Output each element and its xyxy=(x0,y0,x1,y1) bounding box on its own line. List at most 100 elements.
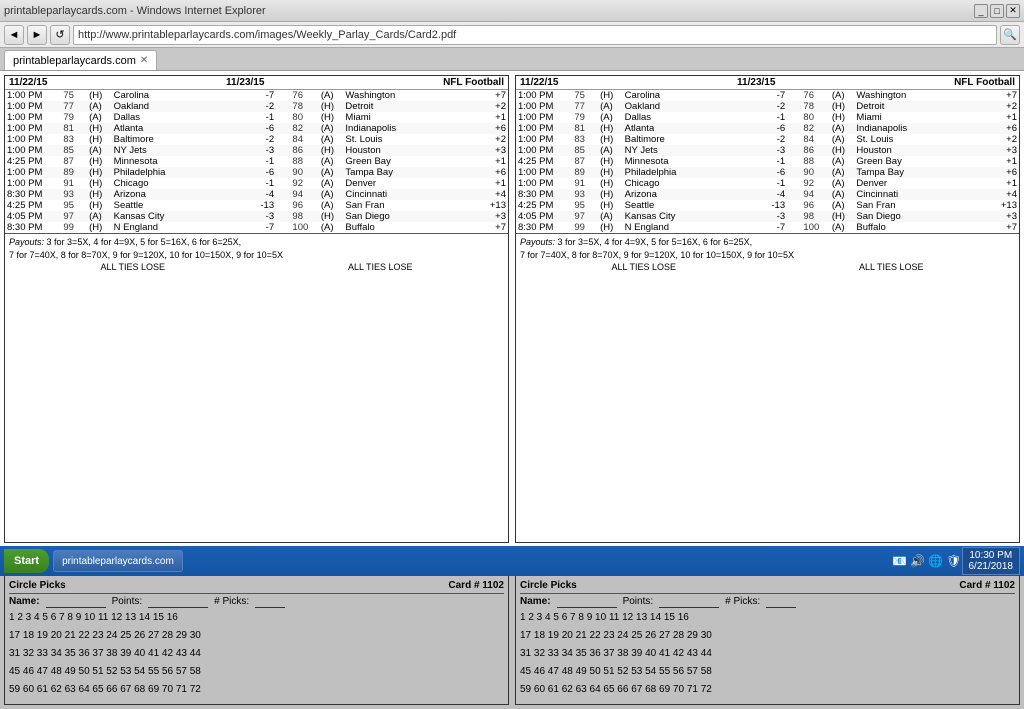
points-underline-right xyxy=(659,596,719,608)
back-button[interactable]: ◄ xyxy=(4,25,24,45)
table-row: 1:00 PM 83 (H) Baltimore -2 84 (A) St. L… xyxy=(5,134,508,145)
table-row: 1:00 PM 81 (H) Atlanta -6 82 (A) Indiana… xyxy=(516,123,1019,134)
numbers-row: 31 32 33 34 35 36 37 38 39 40 41 42 43 4… xyxy=(9,646,504,662)
table-row: 8:30 PM 99 (H) N England -7 100 (A) Buff… xyxy=(5,222,508,233)
table-row: 1:00 PM 91 (H) Chicago -1 92 (A) Denver … xyxy=(516,178,1019,189)
games-table-right: 1:00 PM 75 (H) Carolina -7 76 (A) Washin… xyxy=(516,90,1019,233)
name-row-left: Name: Points: # Picks: xyxy=(9,596,504,608)
bottom-section: Circle Picks Card # 1102 Name: Points: #… xyxy=(0,575,1024,709)
ties-left1: ALL TIES LOSE xyxy=(100,261,165,274)
card-header-left-card: 11/22/15 11/23/15 NFL Football xyxy=(5,76,508,90)
card-sport-r: NFL Football xyxy=(954,77,1015,88)
payouts-label-r: Payouts: xyxy=(520,237,555,247)
table-row: 1:00 PM 83 (H) Baltimore -2 84 (A) St. L… xyxy=(516,134,1019,145)
date-left: 11/22/15 xyxy=(9,77,47,88)
nav-bar: ◄ ► ↺ http://www.printableparlaycards.co… xyxy=(0,22,1024,48)
tab-label: printableparlaycards.com xyxy=(13,55,136,67)
browser-tab[interactable]: printableparlaycards.com ✕ xyxy=(4,50,157,70)
table-row: 1:00 PM 79 (A) Dallas -1 80 (H) Miami +1 xyxy=(5,112,508,123)
minimize-button[interactable]: _ xyxy=(974,4,988,18)
table-row: 1:00 PM 75 (H) Carolina -7 76 (A) Washin… xyxy=(5,90,508,101)
window-title: printableparlaycards.com - Windows Inter… xyxy=(4,5,266,17)
games-table-left: 1:00 PM 75 (H) Carolina -7 76 (A) Washin… xyxy=(5,90,508,233)
taskbar-items: printableparlaycards.com xyxy=(53,550,892,572)
table-row: 8:30 PM 93 (H) Arizona -4 94 (A) Cincinn… xyxy=(5,189,508,200)
name-underline-right xyxy=(557,596,617,608)
title-bar: printableparlaycards.com - Windows Inter… xyxy=(0,0,1024,22)
right-circle-card: Circle Picks Card # 1102 Name: Points: #… xyxy=(515,575,1020,705)
numbers-row: 45 46 47 48 49 50 51 52 53 54 55 56 57 5… xyxy=(9,664,504,680)
name-label-right: Name: xyxy=(520,596,551,608)
date-right-r: 11/23/15 xyxy=(737,77,775,88)
browser-chrome: printableparlaycards.com - Windows Inter… xyxy=(0,0,1024,71)
tab-close-button[interactable]: ✕ xyxy=(140,55,148,66)
numbers-row: 31 32 33 34 35 36 37 38 39 40 41 42 43 4… xyxy=(520,646,1015,662)
left-parlay-card: 11/22/15 11/23/15 NFL Football 1:00 PM 7… xyxy=(4,75,509,543)
picks-underline-left xyxy=(255,596,285,608)
picks-label-left: # Picks: xyxy=(214,596,249,608)
table-row: 1:00 PM 77 (A) Oakland -2 78 (H) Detroit… xyxy=(516,101,1019,112)
card-sport: NFL Football xyxy=(443,77,504,88)
start-button[interactable]: Start xyxy=(4,549,49,573)
name-underline-left xyxy=(46,596,106,608)
maximize-button[interactable]: □ xyxy=(990,4,1004,18)
search-button[interactable]: 🔍 xyxy=(1000,25,1020,45)
table-row: 8:30 PM 93 (H) Arizona -4 94 (A) Cincinn… xyxy=(516,189,1019,200)
circle-header-left: Circle Picks Card # 1102 xyxy=(9,580,504,594)
payouts-text2: 7 for 7=40X, 8 for 8=70X, 9 for 9=120X, … xyxy=(9,249,504,262)
name-row-right: Name: Points: # Picks: xyxy=(520,596,1015,608)
card-number-right: Card # 1102 xyxy=(959,580,1015,591)
payouts-label: Payouts: xyxy=(9,237,44,247)
email-icon: 📧 xyxy=(892,554,907,568)
clock-date: 6/21/2018 xyxy=(969,561,1014,572)
table-row: 1:00 PM 79 (A) Dallas -1 80 (H) Miami +1 xyxy=(516,112,1019,123)
card-header-right-card: 11/22/15 11/23/15 NFL Football xyxy=(516,76,1019,90)
table-row: 1:00 PM 85 (A) NY Jets -3 86 (H) Houston… xyxy=(516,145,1019,156)
numbers-row: 17 18 19 20 21 22 23 24 25 26 27 28 29 3… xyxy=(520,628,1015,644)
table-row: 4:25 PM 87 (H) Minnesota -1 88 (A) Green… xyxy=(5,156,508,167)
table-row: 4:25 PM 87 (H) Minnesota -1 88 (A) Green… xyxy=(516,156,1019,167)
table-row: 4:25 PM 95 (H) Seattle -13 96 (A) San Fr… xyxy=(516,200,1019,211)
volume-icon: 🔊 xyxy=(910,554,925,568)
table-row: 1:00 PM 75 (H) Carolina -7 76 (A) Washin… xyxy=(516,90,1019,101)
address-bar[interactable]: http://www.printableparlaycards.com/imag… xyxy=(73,25,997,45)
circle-numbers-right: 1 2 3 4 5 6 7 8 9 10 11 12 13 14 15 16 17… xyxy=(520,610,1015,698)
numbers-row: 1 2 3 4 5 6 7 8 9 10 11 12 13 14 15 16 xyxy=(520,610,1015,626)
right-parlay-card: 11/22/15 11/23/15 NFL Football 1:00 PM 7… xyxy=(515,75,1020,543)
table-row: 4:25 PM 95 (H) Seattle -13 96 (A) San Fr… xyxy=(5,200,508,211)
table-row: 1:00 PM 91 (H) Chicago -1 92 (A) Denver … xyxy=(5,178,508,189)
table-row: 1:00 PM 89 (H) Philadelphia -6 90 (A) Ta… xyxy=(5,167,508,178)
circle-numbers-left: 1 2 3 4 5 6 7 8 9 10 11 12 13 14 15 1617… xyxy=(9,610,504,698)
numbers-row: 59 60 61 62 63 64 65 66 67 68 69 70 71 7… xyxy=(9,682,504,698)
close-button[interactable]: ✕ xyxy=(1006,4,1020,18)
numbers-row: 59 60 61 62 63 64 65 66 67 68 69 70 71 7… xyxy=(520,682,1015,698)
date-left-r: 11/22/15 xyxy=(520,77,558,88)
picks-underline-right xyxy=(766,596,796,608)
points-label-left: Points: xyxy=(112,596,143,608)
page-content: 11/22/15 11/23/15 NFL Football 1:00 PM 7… xyxy=(0,71,1024,547)
taskbar-active-item[interactable]: printableparlaycards.com xyxy=(53,550,183,572)
numbers-row: 17 18 19 20 21 22 23 24 25 26 27 28 29 3… xyxy=(9,628,504,644)
refresh-button[interactable]: ↺ xyxy=(50,25,70,45)
system-icons: 📧 🔊 🌐 🛡 xyxy=(892,554,961,568)
numbers-row: 45 46 47 48 49 50 51 52 53 54 55 56 57 5… xyxy=(520,664,1015,680)
payouts-section-right: Payouts: 3 for 3=5X, 4 for 4=9X, 5 for 5… xyxy=(516,233,1019,276)
payouts-section-left: Payouts: 3 for 3=5X, 4 for 4=9X, 5 for 5… xyxy=(5,233,508,276)
table-row: 4:05 PM 97 (A) Kansas City -3 98 (H) San… xyxy=(5,211,508,222)
picks-label-right: # Picks: xyxy=(725,596,760,608)
circle-header-right: Circle Picks Card # 1102 xyxy=(520,580,1015,594)
network-icon: 🌐 xyxy=(928,554,943,568)
tab-bar: printableparlaycards.com ✕ xyxy=(0,48,1024,70)
window-controls: _ □ ✕ xyxy=(974,4,1020,18)
taskbar: Start printableparlaycards.com 📧 🔊 🌐 🛡 1… xyxy=(0,546,1024,576)
ties-right2: ALL TIES LOSE xyxy=(859,261,924,274)
table-row: 1:00 PM 81 (H) Atlanta -6 82 (A) Indiana… xyxy=(5,123,508,134)
forward-button[interactable]: ► xyxy=(27,25,47,45)
payouts-text1: 3 for 3=5X, 4 for 4=9X, 5 for 5=16X, 6 f… xyxy=(47,237,242,247)
points-label-right: Points: xyxy=(623,596,654,608)
name-label-left: Name: xyxy=(9,596,40,608)
payouts-text1-r: 3 for 3=5X, 4 for 4=9X, 5 for 5=16X, 6 f… xyxy=(558,237,753,247)
date-right: 11/23/15 xyxy=(226,77,264,88)
table-row: 4:05 PM 97 (A) Kansas City -3 98 (H) San… xyxy=(516,211,1019,222)
points-underline-left xyxy=(148,596,208,608)
